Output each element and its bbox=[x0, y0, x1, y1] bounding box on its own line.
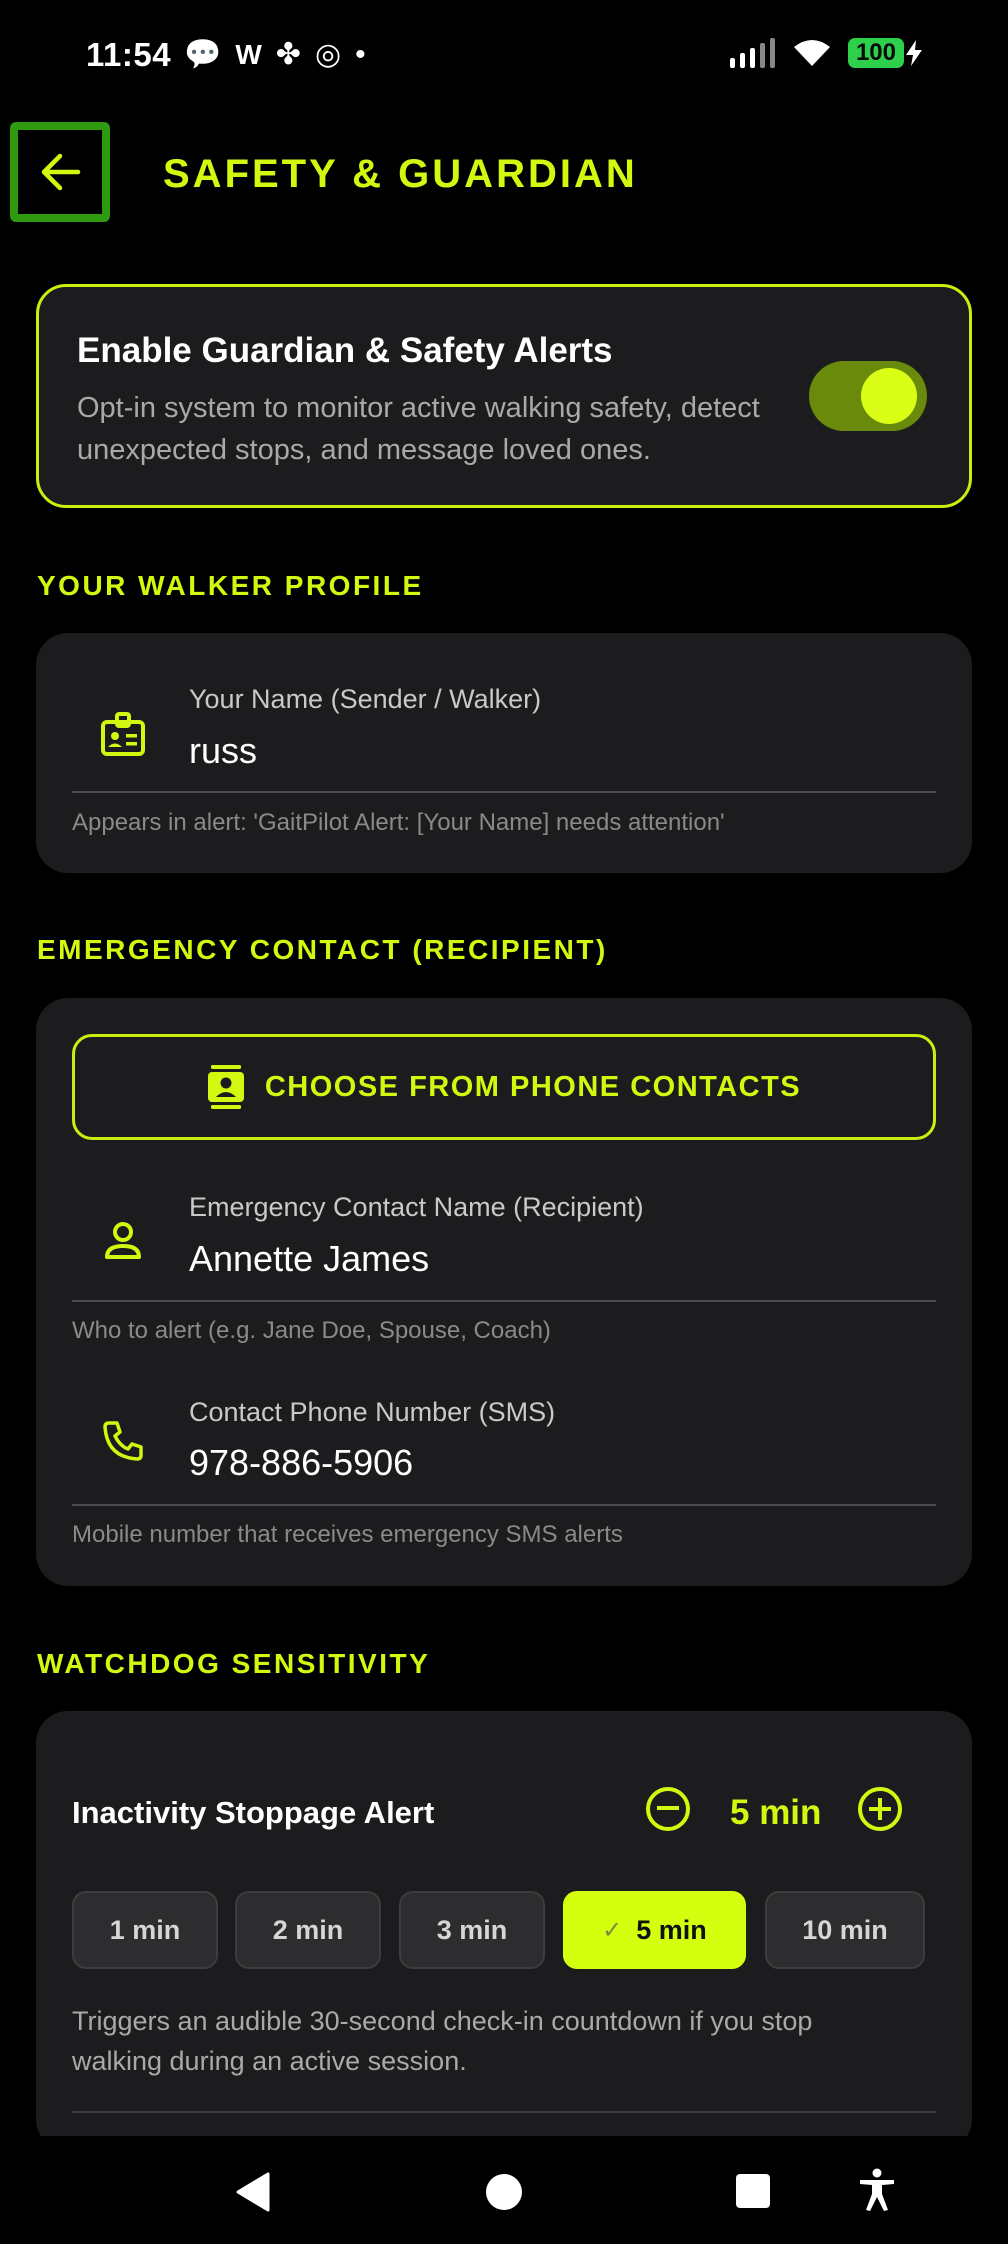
contact-phone-input[interactable]: 978-886-5906 bbox=[189, 1442, 413, 1484]
page-title: SAFETY & GUARDIAN bbox=[163, 152, 638, 196]
emergency-contact-heading: EMERGENCY CONTACT (RECIPIENT) bbox=[37, 934, 608, 965]
walker-profile-card: Your Name (Sender / Walker) russ Appears… bbox=[36, 633, 972, 873]
nav-accessibility-button[interactable] bbox=[857, 2168, 897, 2217]
nav-recents-button[interactable] bbox=[734, 2172, 772, 2215]
nav-home-button[interactable] bbox=[484, 2172, 524, 2217]
contact-phone-underline bbox=[72, 1504, 936, 1506]
walker-name-label: Your Name (Sender / Walker) bbox=[189, 684, 542, 714]
spiral-icon: ◎ bbox=[314, 38, 342, 71]
toggle-knob bbox=[861, 368, 917, 424]
contact-name-label: Emergency Contact Name (Recipient) bbox=[189, 1192, 644, 1222]
accessibility-icon bbox=[860, 2168, 894, 2211]
status-time: 11:54 bbox=[86, 36, 172, 73]
watchdog-divider bbox=[72, 2111, 936, 2113]
option-chip-2-min[interactable]: 2 min bbox=[235, 1891, 381, 1969]
enable-card-title: Enable Guardian & Safety Alerts bbox=[77, 331, 613, 370]
check-icon: ✓ bbox=[602, 1916, 623, 1944]
contact-phone-label: Contact Phone Number (SMS) bbox=[189, 1397, 556, 1427]
signal-icon bbox=[729, 38, 775, 68]
notification-icons: 💬 W ✤ ◎ • bbox=[184, 38, 366, 72]
w-app-icon: W bbox=[235, 39, 262, 70]
recents-square-icon bbox=[736, 2174, 770, 2208]
chip-label: 10 min bbox=[802, 1914, 888, 1945]
walker-profile-heading: YOUR WALKER PROFILE bbox=[37, 570, 424, 601]
speech-bubble-icon: 💬 bbox=[184, 38, 222, 71]
id-badge-icon bbox=[98, 709, 148, 759]
walker-name-input[interactable]: russ bbox=[189, 730, 257, 772]
phone-icon bbox=[100, 1418, 146, 1464]
enable-guardian-card: Enable Guardian & Safety Alerts Opt-in s… bbox=[36, 284, 972, 508]
charging-bolt-icon bbox=[906, 40, 922, 66]
chip-label: 3 min bbox=[436, 1914, 508, 1945]
choose-from-contacts-button[interactable]: CHOOSE FROM PHONE CONTACTS bbox=[72, 1034, 936, 1140]
enable-card-description: Opt-in system to monitor active walking … bbox=[77, 392, 760, 466]
inactivity-description: Triggers an audible 30-second check-in c… bbox=[72, 2006, 813, 2076]
option-chip-3-min[interactable]: 3 min bbox=[399, 1891, 545, 1969]
contact-name-underline bbox=[72, 1300, 936, 1302]
chip-label: 2 min bbox=[272, 1914, 344, 1945]
contact-phone-hint: Mobile number that receives emergency SM… bbox=[72, 1521, 623, 1548]
plus-icon bbox=[869, 1798, 891, 1820]
increase-button[interactable] bbox=[858, 1787, 902, 1831]
chip-label: 5 min bbox=[636, 1914, 707, 1945]
pinwheel-icon: ✤ bbox=[275, 38, 301, 71]
option-chip-10-min[interactable]: 10 min bbox=[765, 1891, 925, 1969]
contact-name-input[interactable]: Annette James bbox=[189, 1238, 429, 1280]
inactivity-alert-title: Inactivity Stoppage Alert bbox=[72, 1795, 435, 1830]
person-icon bbox=[100, 1218, 146, 1264]
minus-icon bbox=[657, 1806, 679, 1810]
guardian-alerts-toggle[interactable] bbox=[809, 361, 927, 431]
battery-indicator: 100 bbox=[847, 38, 904, 68]
wifi-icon bbox=[793, 40, 830, 66]
system-navigation-bar bbox=[0, 2136, 1008, 2244]
watchdog-card: Inactivity Stoppage Alert 5 min 1 min 2 … bbox=[36, 1711, 972, 2151]
dot-icon: • bbox=[355, 38, 366, 71]
walker-name-hint: Appears in alert: 'GaitPilot Alert: [You… bbox=[72, 809, 725, 836]
system-status-icons: 100 bbox=[728, 38, 922, 68]
nav-back-button[interactable] bbox=[234, 2172, 274, 2217]
option-chip-5-min[interactable]: ✓ 5 min bbox=[563, 1891, 746, 1969]
decrease-button[interactable] bbox=[646, 1787, 690, 1831]
home-circle-icon bbox=[486, 2174, 522, 2210]
emergency-contact-card: CHOOSE FROM PHONE CONTACTS Emergency Con… bbox=[36, 998, 972, 1586]
option-chip-1-min[interactable]: 1 min bbox=[72, 1891, 218, 1969]
back-triangle-icon bbox=[236, 2172, 270, 2212]
inactivity-value: 5 min bbox=[730, 1793, 822, 1832]
back-button[interactable] bbox=[10, 122, 110, 222]
chip-label: 1 min bbox=[109, 1914, 181, 1945]
walker-name-underline bbox=[72, 791, 936, 793]
watchdog-heading: WATCHDOG SENSITIVITY bbox=[37, 1648, 431, 1679]
choose-from-contacts-label: CHOOSE FROM PHONE CONTACTS bbox=[264, 1070, 802, 1103]
contact-name-hint: Who to alert (e.g. Jane Doe, Spouse, Coa… bbox=[72, 1317, 551, 1344]
arrow-left-icon bbox=[41, 153, 81, 191]
contacts-book-icon bbox=[207, 1065, 244, 1109]
